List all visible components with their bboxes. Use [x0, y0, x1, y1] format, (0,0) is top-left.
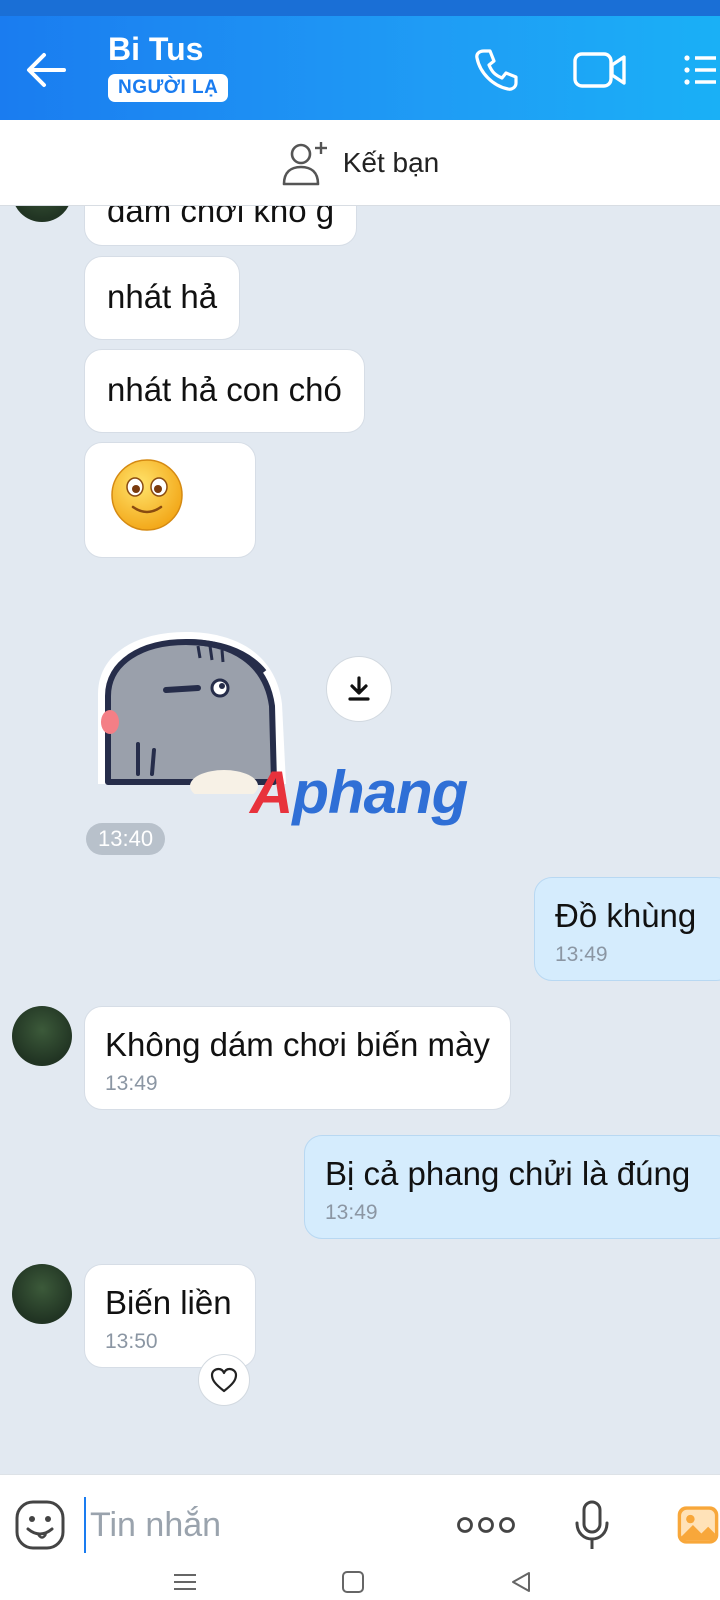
video-call-icon: [573, 52, 626, 88]
watermark: Aphang: [250, 758, 468, 827]
message-text: Biến liền: [105, 1284, 232, 1321]
emoji-button[interactable]: [8, 1493, 72, 1557]
back-icon: [512, 1572, 530, 1592]
message-text: Không dám chơi biến mày: [105, 1026, 490, 1063]
system-back-button[interactable]: [506, 1567, 536, 1597]
avatar[interactable]: [12, 1264, 72, 1324]
recent-apps-button[interactable]: [170, 1567, 200, 1597]
message-input[interactable]: [84, 1497, 414, 1553]
watermark-first-letter: A: [250, 759, 293, 826]
more-options-button[interactable]: [454, 1493, 518, 1557]
message-text: nhát hả: [107, 278, 218, 315]
message-bubble[interactable]: Biến liền 13:50: [84, 1264, 256, 1368]
avatar[interactable]: [12, 206, 72, 222]
video-call-button[interactable]: [570, 40, 630, 100]
avatar[interactable]: [12, 1006, 72, 1066]
message-composer: [0, 1474, 720, 1600]
add-person-icon: [282, 141, 327, 185]
watermark-rest: phang: [292, 759, 468, 826]
add-friend-bar[interactable]: Kết bạn: [0, 120, 720, 206]
status-bar: [0, 0, 720, 16]
message-bubble[interactable]: Không dám chơi biến mày 13:49: [84, 1006, 511, 1110]
contact-title-block[interactable]: Bi Tus NGƯỜI LẠ: [108, 30, 229, 102]
call-button[interactable]: [466, 40, 526, 100]
message-bubble-self[interactable]: Bị cả phang chửi là đúng 13:49: [304, 1135, 720, 1239]
message-text: nhát hả con chó: [107, 371, 342, 408]
menu-list-icon: [684, 55, 716, 85]
image-icon: [677, 1506, 719, 1544]
chat-header: Bi Tus NGƯỜI LẠ: [0, 0, 720, 120]
message-bubble[interactable]: dám chơi khô g: [84, 206, 358, 246]
phone-icon: [475, 49, 518, 91]
emoji-message-bubble[interactable]: [84, 442, 256, 558]
image-button[interactable]: [662, 1493, 720, 1557]
contact-name: Bi Tus: [108, 31, 204, 67]
heart-icon: [210, 1367, 238, 1393]
microphone-icon: [575, 1500, 609, 1549]
recent-apps-icon: [174, 1574, 196, 1590]
more-dots-icon: [457, 1517, 515, 1533]
menu-button[interactable]: [672, 40, 720, 100]
react-heart-button[interactable]: [198, 1354, 250, 1406]
download-icon: [348, 676, 370, 701]
message-text: Bị cả phang chửi là đúng: [325, 1155, 691, 1192]
home-button[interactable]: [338, 1567, 368, 1597]
voice-button[interactable]: [560, 1493, 624, 1557]
add-friend-label: Kết bạn: [342, 146, 440, 178]
smile-emoji-icon: [111, 459, 183, 531]
message-bubble[interactable]: nhát hả: [84, 256, 241, 340]
download-button[interactable]: [326, 656, 392, 722]
message-time: 13:50: [105, 1330, 158, 1353]
time-divider: 13:40: [86, 823, 166, 855]
stranger-badge: NGƯỜI LẠ: [108, 74, 229, 102]
message-bubble-self[interactable]: Đồ khùng 13:49: [534, 877, 720, 981]
back-arrow-icon: [27, 53, 66, 87]
message-time: 13:49: [105, 1072, 158, 1095]
chat-area[interactable]: dám chơi khô g nhát hả nhát hả con chó A…: [0, 206, 720, 1474]
message-time: 13:49: [325, 1201, 378, 1224]
emoji-face-icon: [15, 1500, 65, 1550]
back-button[interactable]: [18, 42, 74, 98]
message-bubble[interactable]: nhát hả con chó: [84, 349, 365, 433]
message-text: dám chơi khô g: [107, 206, 335, 229]
home-icon: [342, 1571, 364, 1593]
message-text: Đồ khùng: [555, 897, 697, 934]
message-time: 13:49: [555, 943, 608, 966]
